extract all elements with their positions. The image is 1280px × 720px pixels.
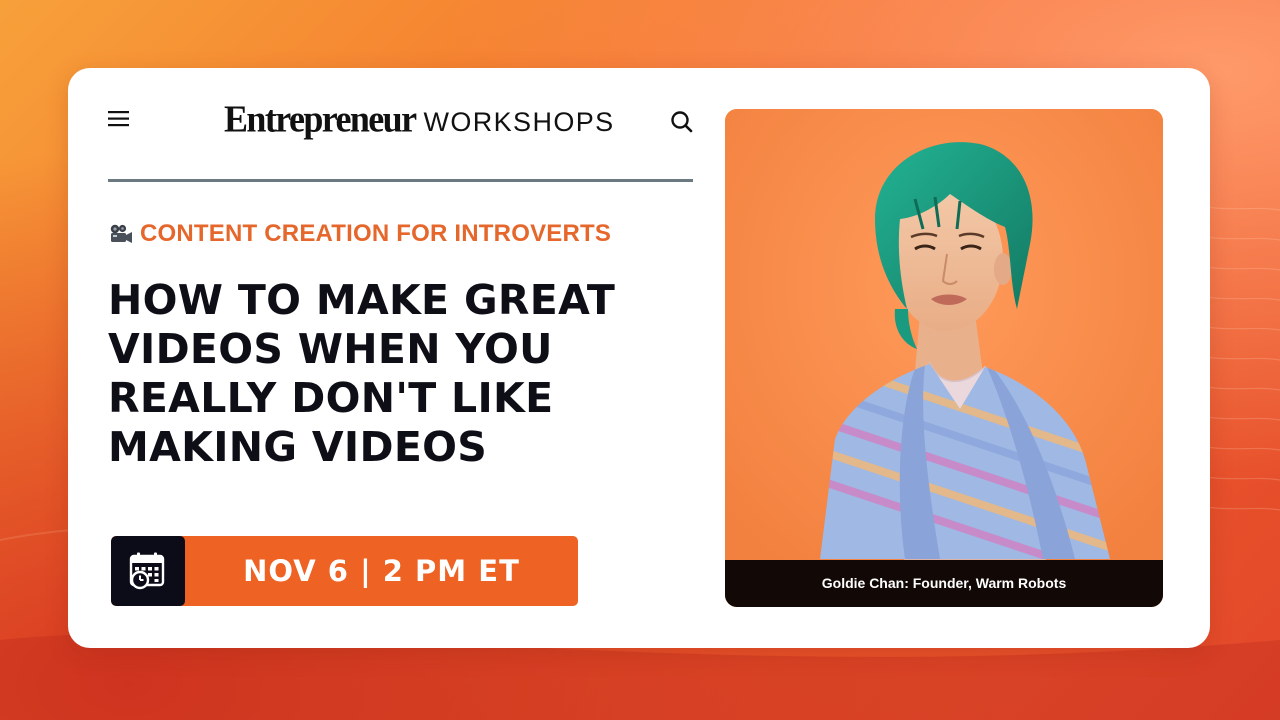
workshop-card: Entrepreneur WORKSHOPS CONTENT CREATION … <box>68 68 1210 648</box>
brand-name: Entrepreneur <box>224 98 417 140</box>
brand-logo[interactable]: Entrepreneur WORKSHOPS <box>224 98 615 142</box>
workshop-headline: HOW TO MAKE GREAT VIDEOS WHEN YOU REALLY… <box>108 276 708 472</box>
headline-line: REALLY DON'T LIKE <box>108 374 554 422</box>
brand-subtitle: WORKSHOPS <box>423 107 615 137</box>
speaker-caption: Goldie Chan: Founder, Warm Robots <box>725 560 1163 607</box>
category-title: CONTENT CREATION FOR INTROVERTS <box>140 220 612 247</box>
search-icon <box>671 111 693 133</box>
speaker-portrait-image <box>725 109 1163 607</box>
event-date-label: NOV 6 | 2 PM ET <box>243 554 520 588</box>
speaker-photo: Goldie Chan: Founder, Warm Robots <box>725 109 1163 607</box>
category-label: CONTENT CREATION FOR INTROVERTS <box>108 220 611 248</box>
header-divider <box>108 179 693 182</box>
date-icon-box <box>111 536 185 606</box>
event-date-button[interactable]: NOV 6 | 2 PM ET <box>111 536 578 606</box>
hamburger-menu-icon <box>108 111 129 127</box>
hamburger-menu-button[interactable] <box>104 106 134 132</box>
headline-line: MAKING VIDEOS <box>108 423 488 471</box>
headline-line: HOW TO MAKE GREAT <box>108 276 616 324</box>
calendar-clock-icon <box>129 552 165 590</box>
headline-line: VIDEOS WHEN YOU <box>108 325 553 373</box>
movie-camera-icon <box>110 224 132 243</box>
search-button[interactable] <box>668 108 696 136</box>
